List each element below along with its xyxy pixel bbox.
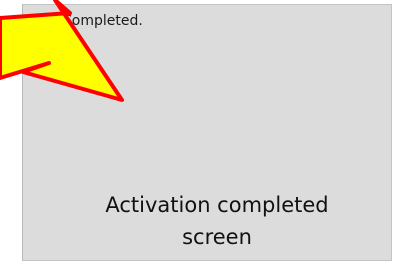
caption-line-1: Activation completed (105, 193, 329, 217)
annotation-caption: Activation completed screen (72, 189, 362, 253)
callout-arrow-shape (0, 0, 124, 102)
caption-line-2: screen (182, 225, 252, 249)
screenshot-stage: Completed. Activation completed screen (0, 0, 398, 263)
callout-arrow (0, 0, 124, 102)
